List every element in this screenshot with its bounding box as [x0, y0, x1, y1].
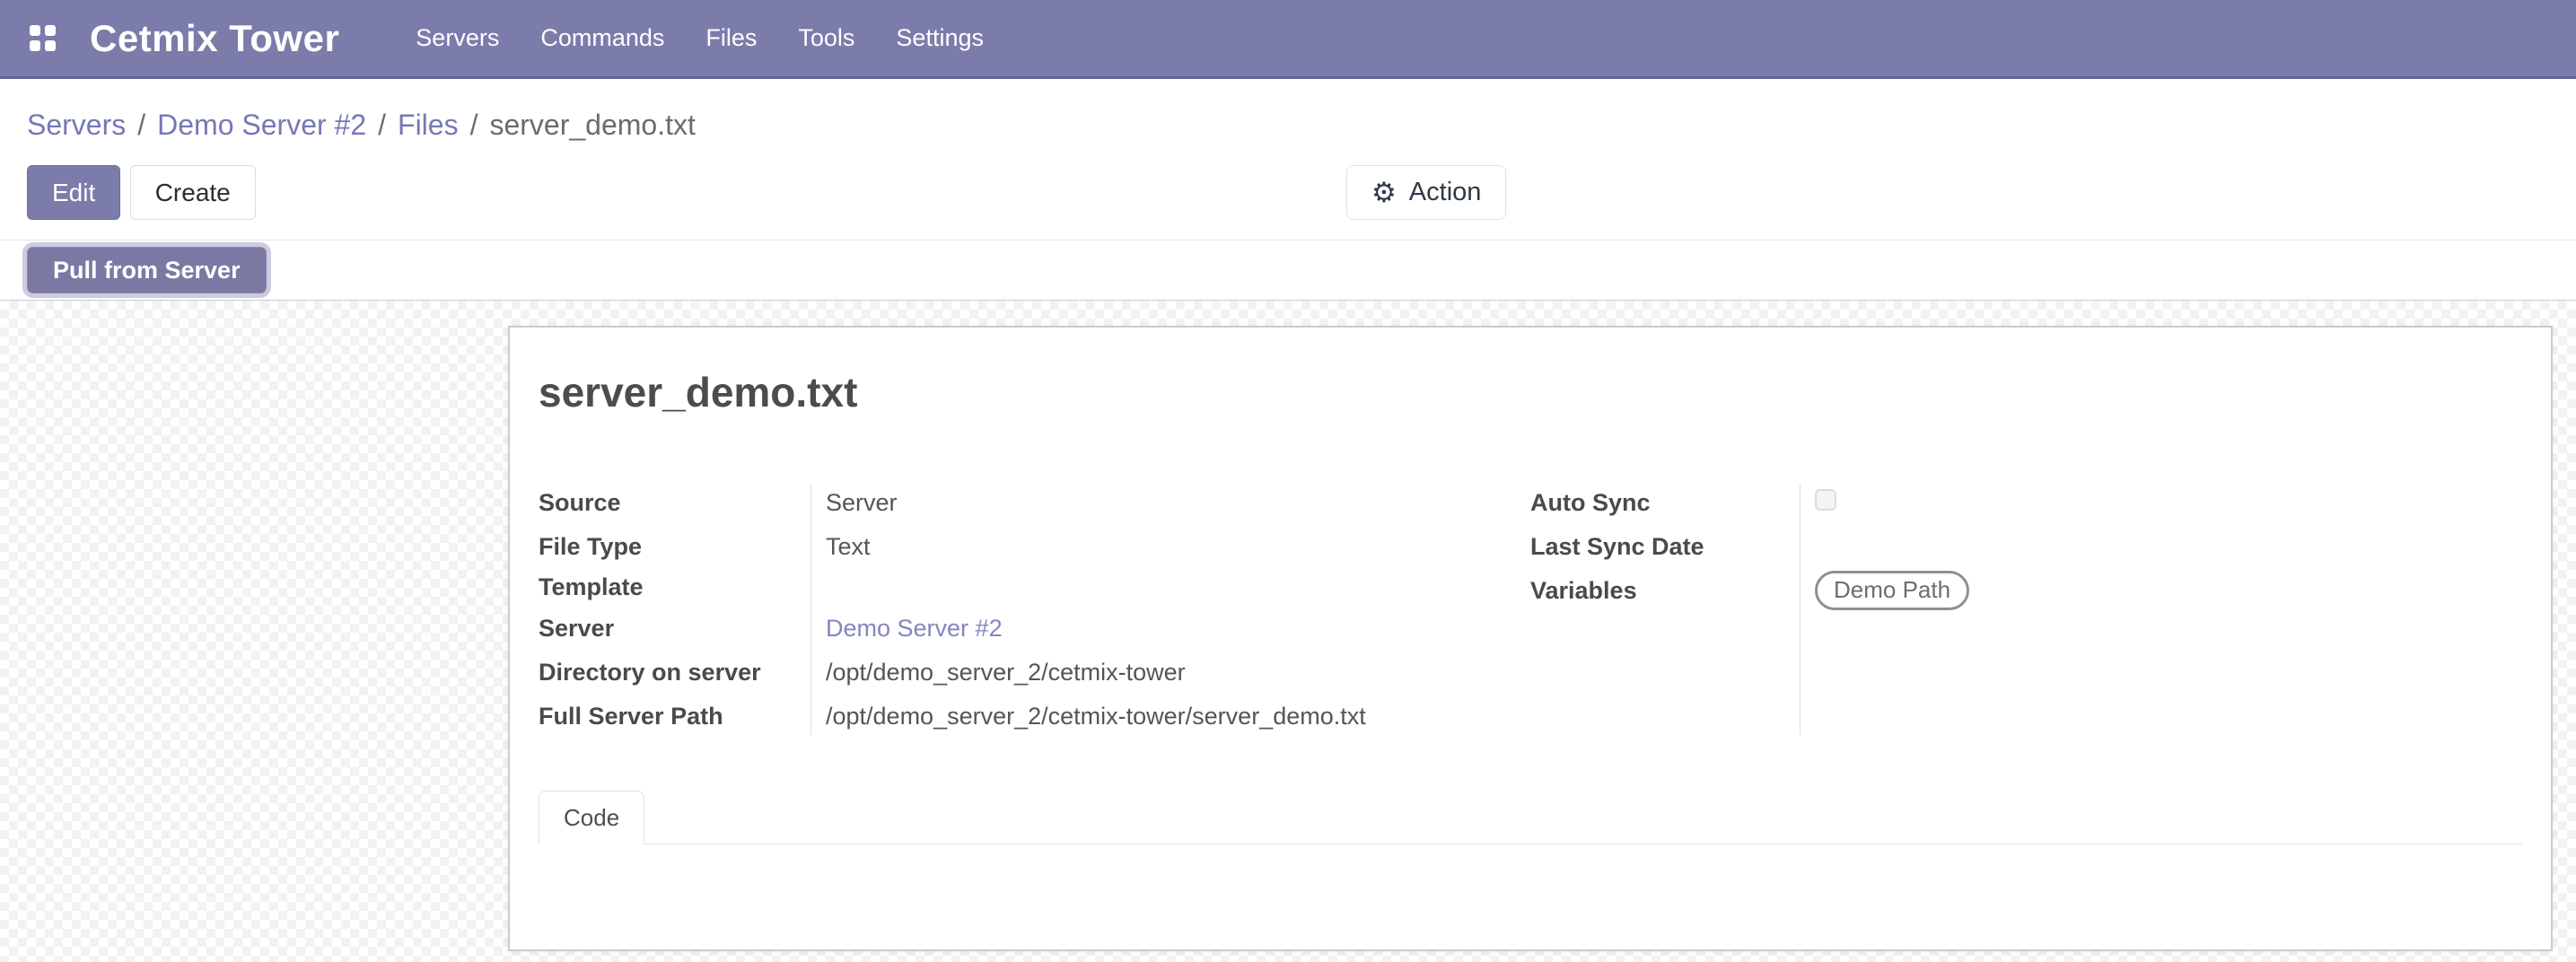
- form-view-background: server_demo.txt Source Server File Type …: [0, 301, 2576, 962]
- form-statusbar: Pull from Server: [0, 240, 2576, 301]
- field-row-directory: Directory on server /opt/demo_server_2/c…: [539, 651, 1530, 695]
- field-value-full-server-path: /opt/demo_server_2/cetmix-tower/server_d…: [810, 702, 1530, 732]
- field-label-auto-sync: Auto Sync: [1530, 488, 1800, 519]
- edit-button[interactable]: Edit: [27, 165, 120, 220]
- right-field-group: Auto Sync Last Sync Date Variables Demo …: [1530, 481, 2464, 739]
- field-label-file-type: File Type: [539, 532, 810, 563]
- create-button[interactable]: Create: [130, 165, 256, 220]
- field-label-last-sync-date: Last Sync Date: [1530, 532, 1800, 563]
- action-menu-button[interactable]: ⚙ Action: [1346, 165, 1506, 220]
- pull-from-server-button[interactable]: Pull from Server: [27, 247, 267, 293]
- top-navbar: Cetmix Tower Servers Commands Files Tool…: [0, 0, 2576, 79]
- breadcrumb-separator: /: [137, 106, 145, 144]
- field-value-directory: /opt/demo_server_2/cetmix-tower: [810, 658, 1530, 688]
- field-row-server: Server Demo Server #2: [539, 607, 1530, 651]
- apps-grid-square: [30, 40, 40, 51]
- field-value-server-link[interactable]: Demo Server #2: [810, 614, 1530, 644]
- breadcrumb-current: server_demo.txt: [489, 106, 695, 144]
- form-sheet: server_demo.txt Source Server File Type …: [508, 326, 2553, 951]
- app-brand-title[interactable]: Cetmix Tower: [90, 17, 339, 60]
- field-label-directory: Directory on server: [539, 658, 810, 688]
- tab-code[interactable]: Code: [539, 791, 644, 844]
- field-value-source: Server: [810, 488, 1530, 519]
- field-row-last-sync-date: Last Sync Date: [1530, 525, 2464, 569]
- tab-header: Code: [539, 791, 2522, 844]
- apps-grid-icon[interactable]: [22, 18, 63, 59]
- field-label-source: Source: [539, 488, 810, 519]
- field-row-file-type: File Type Text: [539, 525, 1530, 569]
- field-value-auto-sync: [1800, 488, 2464, 519]
- breadcrumb-separator: /: [470, 106, 478, 144]
- nav-item-files[interactable]: Files: [685, 0, 777, 76]
- field-label-full-server-path: Full Server Path: [539, 702, 810, 732]
- field-value-file-type: Text: [810, 532, 1530, 563]
- main-menu: Servers Commands Files Tools Settings: [395, 0, 1004, 76]
- variable-tag-demo-path: Demo Path: [1815, 571, 1969, 610]
- control-panel: Servers / Demo Server #2 / Files / serve…: [0, 79, 2576, 220]
- nav-item-settings[interactable]: Settings: [875, 0, 1004, 76]
- record-title: server_demo.txt: [539, 369, 2522, 416]
- notebook: Code: [539, 791, 2522, 844]
- left-field-group: Source Server File Type Text Template Se…: [539, 481, 1530, 739]
- field-row-full-server-path: Full Server Path /opt/demo_server_2/cetm…: [539, 695, 1530, 739]
- auto-sync-checkbox[interactable]: [1815, 489, 1836, 511]
- gear-icon: ⚙: [1371, 179, 1397, 206]
- apps-grid-square: [30, 25, 40, 36]
- breadcrumb-demo-server-2[interactable]: Demo Server #2: [157, 106, 366, 144]
- breadcrumb-files[interactable]: Files: [398, 106, 459, 144]
- field-label-template: Template: [539, 573, 810, 603]
- breadcrumb-servers[interactable]: Servers: [27, 106, 126, 144]
- field-label-variables: Variables: [1530, 576, 1800, 607]
- field-groups: Source Server File Type Text Template Se…: [539, 481, 2522, 739]
- field-row-variables: Variables Demo Path: [1530, 569, 2464, 613]
- action-menu-label: Action: [1409, 178, 1482, 207]
- field-row-template: Template: [539, 569, 1530, 607]
- control-panel-buttons: Edit Create ⚙ Action: [27, 165, 2549, 220]
- apps-grid-square: [45, 25, 56, 36]
- breadcrumb-separator: /: [378, 106, 386, 144]
- apps-grid-square: [45, 40, 56, 51]
- field-value-variables: Demo Path: [1800, 571, 2464, 610]
- nav-item-commands[interactable]: Commands: [520, 0, 685, 76]
- field-row-auto-sync: Auto Sync: [1530, 481, 2464, 525]
- field-label-server: Server: [539, 614, 810, 644]
- nav-item-servers[interactable]: Servers: [395, 0, 520, 76]
- nav-item-tools[interactable]: Tools: [777, 0, 875, 76]
- field-row-source: Source Server: [539, 481, 1530, 525]
- breadcrumb: Servers / Demo Server #2 / Files / serve…: [27, 79, 2549, 144]
